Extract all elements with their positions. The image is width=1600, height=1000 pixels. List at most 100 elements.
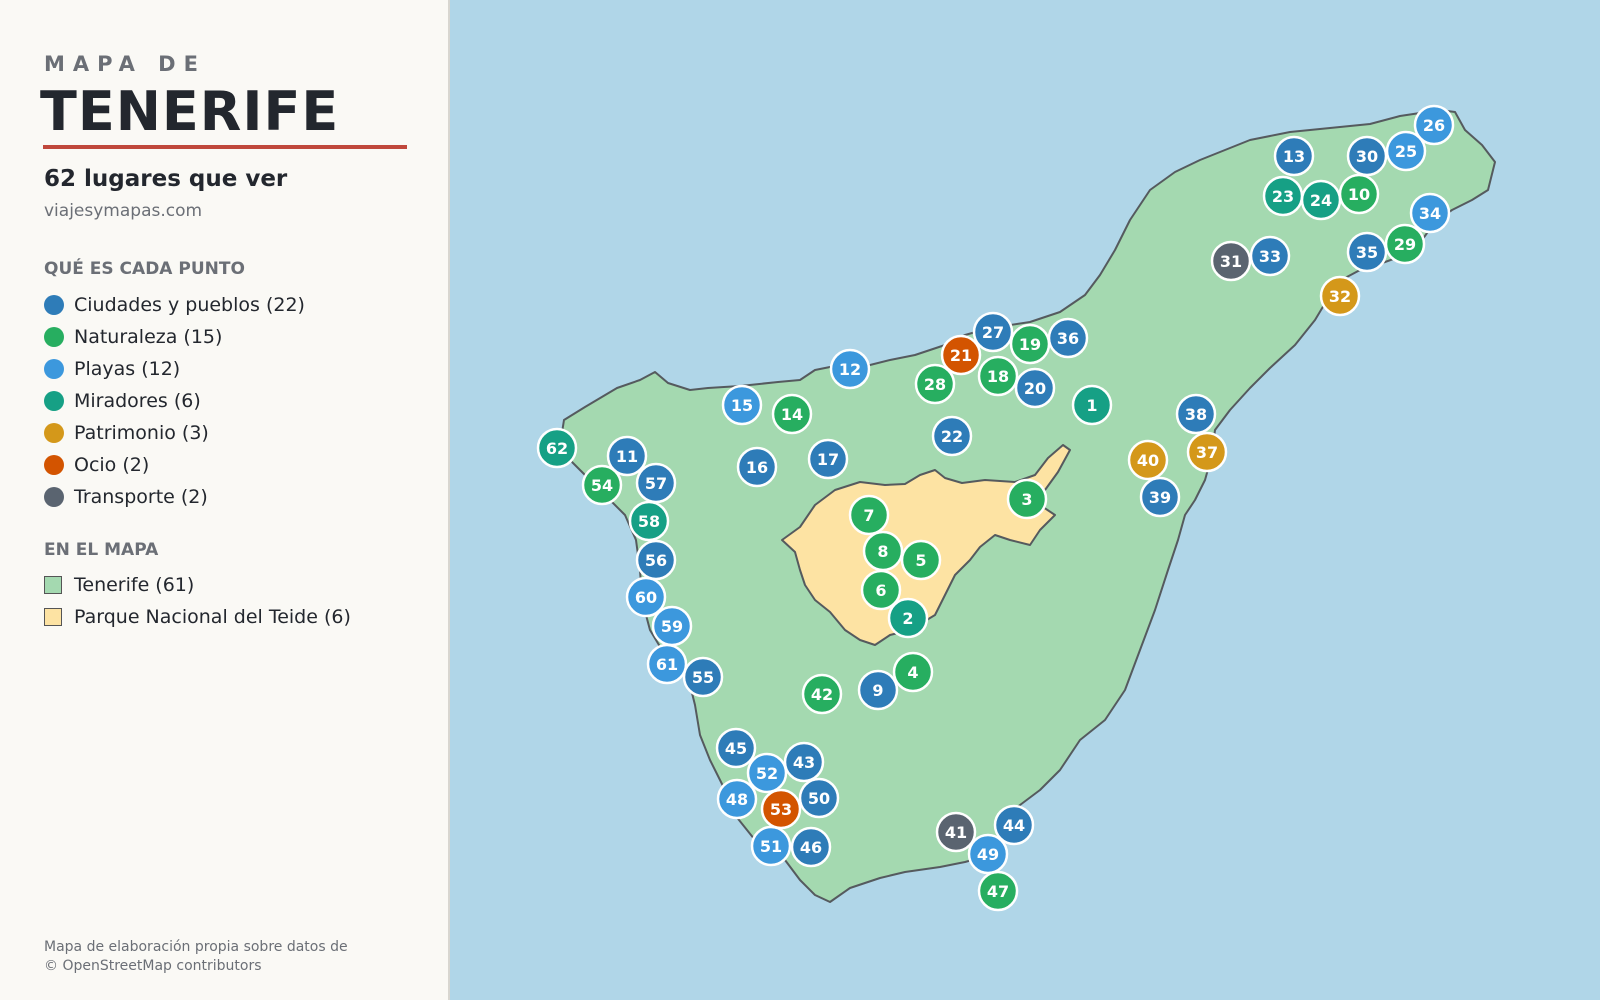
map-marker-24[interactable]: 24 [1300, 179, 1342, 221]
marker-number: 13 [1283, 147, 1305, 166]
map-marker-1[interactable]: 1 [1071, 384, 1113, 426]
legend-label: Ciudades y pueblos (22) [74, 294, 305, 316]
map-marker-23[interactable]: 23 [1262, 175, 1304, 217]
map-marker-16[interactable]: 16 [736, 446, 778, 488]
map-marker-9[interactable]: 9 [857, 669, 899, 711]
map-marker-47[interactable]: 47 [977, 870, 1019, 912]
legend-label: Naturaleza (15) [74, 326, 223, 348]
marker-number: 37 [1196, 443, 1218, 462]
map-marker-4[interactable]: 4 [892, 651, 934, 693]
miradores-swatch [44, 391, 64, 411]
map-marker-57[interactable]: 57 [635, 462, 677, 504]
map-marker-48[interactable]: 48 [716, 778, 758, 820]
marker-number: 21 [950, 346, 972, 365]
marker-number: 39 [1149, 488, 1171, 507]
ciudades-swatch [44, 295, 64, 315]
map-marker-34[interactable]: 34 [1409, 192, 1451, 234]
map-marker-50[interactable]: 50 [798, 777, 840, 819]
map-marker-56[interactable]: 56 [635, 539, 677, 581]
marker-number: 56 [645, 551, 667, 570]
map-marker-17[interactable]: 17 [807, 438, 849, 480]
map-marker-62[interactable]: 62 [536, 427, 578, 469]
map-marker-51[interactable]: 51 [750, 825, 792, 867]
map-marker-45[interactable]: 45 [715, 727, 757, 769]
naturaleza-swatch [44, 327, 64, 347]
marker-number: 59 [661, 617, 683, 636]
map-marker-29[interactable]: 29 [1384, 223, 1426, 265]
map-marker-8[interactable]: 8 [862, 530, 904, 572]
marker-number: 51 [760, 837, 782, 856]
park-swatch [44, 608, 62, 626]
map-marker-20[interactable]: 20 [1014, 367, 1056, 409]
map-marker-33[interactable]: 33 [1249, 235, 1291, 277]
legend-item-ocio: Ocio (2) [44, 453, 149, 477]
map-marker-36[interactable]: 36 [1047, 317, 1089, 359]
map-marker-5[interactable]: 5 [900, 539, 942, 581]
marker-number: 10 [1348, 185, 1370, 204]
title-underline [43, 145, 407, 149]
map-marker-7[interactable]: 7 [848, 494, 890, 536]
legend-label: Patrimonio (3) [74, 422, 209, 444]
marker-number: 43 [793, 753, 815, 772]
marker-number: 48 [726, 790, 748, 809]
map-marker-32[interactable]: 32 [1319, 275, 1361, 317]
marker-number: 61 [656, 655, 678, 674]
sidebar: MAPA DE TENERIFE 62 lugares que ver viaj… [0, 0, 450, 1000]
map-marker-27[interactable]: 27 [972, 311, 1014, 353]
marker-number: 14 [781, 405, 803, 424]
map-marker-15[interactable]: 15 [721, 384, 763, 426]
map-marker-38[interactable]: 38 [1175, 393, 1217, 435]
marker-number: 27 [982, 323, 1004, 342]
map-marker-40[interactable]: 40 [1127, 439, 1169, 481]
map-marker-42[interactable]: 42 [801, 673, 843, 715]
marker-number: 45 [725, 739, 747, 758]
map-marker-19[interactable]: 19 [1009, 323, 1051, 365]
map-marker-54[interactable]: 54 [581, 464, 623, 506]
map-marker-26[interactable]: 26 [1413, 104, 1455, 146]
map-marker-14[interactable]: 14 [771, 393, 813, 435]
map-marker-18[interactable]: 18 [977, 355, 1019, 397]
map-marker-61[interactable]: 61 [646, 643, 688, 685]
marker-number: 35 [1356, 243, 1378, 262]
map-marker-13[interactable]: 13 [1273, 135, 1315, 177]
marker-number: 6 [875, 581, 886, 600]
legend-label: Playas (12) [74, 358, 181, 380]
marker-number: 49 [977, 845, 999, 864]
legend-item-ciudades: Ciudades y pueblos (22) [44, 293, 305, 317]
attribution: Mapa de elaboración propia sobre datos d… [44, 938, 348, 976]
map-marker-37[interactable]: 37 [1186, 431, 1228, 473]
map-marker-52[interactable]: 52 [746, 752, 788, 794]
map-marker-30[interactable]: 30 [1346, 135, 1388, 177]
marker-number: 3 [1021, 490, 1032, 509]
marker-number: 7 [863, 506, 874, 525]
marker-number: 9 [872, 681, 883, 700]
map-marker-46[interactable]: 46 [790, 826, 832, 868]
map-marker-35[interactable]: 35 [1346, 231, 1388, 273]
marker-number: 44 [1003, 816, 1025, 835]
map-marker-55[interactable]: 55 [682, 656, 724, 698]
map-marker-10[interactable]: 10 [1338, 173, 1380, 215]
map-subtitle: 62 lugares que ver [44, 166, 288, 192]
map-marker-58[interactable]: 58 [628, 500, 670, 542]
marker-number: 25 [1395, 142, 1417, 161]
map-marker-60[interactable]: 60 [625, 576, 667, 618]
map-marker-53[interactable]: 53 [760, 788, 802, 830]
map-marker-43[interactable]: 43 [783, 741, 825, 783]
legend-item-naturaleza: Naturaleza (15) [44, 325, 222, 349]
transporte-swatch [44, 487, 64, 507]
marker-number: 19 [1019, 335, 1041, 354]
marker-number: 36 [1057, 329, 1079, 348]
map-marker-49[interactable]: 49 [967, 833, 1009, 875]
map-marker-28[interactable]: 28 [914, 363, 956, 405]
map-area[interactable]: 1 2 3 4 5 6 7 8 9 10 11 12 13 14 15 16 17 18 19 20 21 22 23 24 2… [450, 0, 1600, 1000]
playas-swatch [44, 359, 64, 379]
map-marker-22[interactable]: 22 [931, 415, 973, 457]
map-marker-39[interactable]: 39 [1139, 476, 1181, 518]
map-marker-12[interactable]: 12 [829, 348, 871, 390]
map-marker-31[interactable]: 31 [1210, 240, 1252, 282]
map-marker-41[interactable]: 41 [935, 811, 977, 853]
map-marker-3[interactable]: 3 [1006, 478, 1048, 520]
marker-number: 52 [756, 764, 778, 783]
marker-number: 38 [1185, 405, 1207, 424]
map-marker-6[interactable]: 6 [860, 569, 902, 611]
